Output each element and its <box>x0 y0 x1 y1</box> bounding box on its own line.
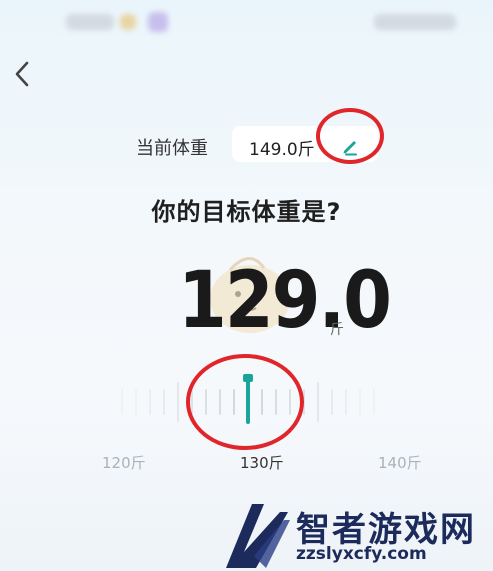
highlight-ring <box>316 108 384 164</box>
status-time <box>66 14 114 30</box>
status-right-icons <box>374 14 456 30</box>
ruler-tick <box>317 382 319 422</box>
watermark: 智者游戏网 zzslyxcfy.com <box>222 498 493 571</box>
ruler-tick <box>345 389 347 415</box>
ruler-tick <box>135 389 137 415</box>
ruler-label-mid: 130斤 <box>240 454 284 472</box>
ruler-tick <box>373 389 375 415</box>
ruler-tick <box>359 389 361 415</box>
current-weight-value: 149.0斤 <box>249 140 315 160</box>
page-title: 你的目标体重是? <box>151 198 342 226</box>
highlight-ring <box>186 354 304 450</box>
current-weight-label: 当前体重 <box>136 138 208 159</box>
ruler-tick <box>177 382 179 422</box>
back-button[interactable] <box>10 58 38 90</box>
ruler-tick <box>331 389 333 415</box>
ruler-tick <box>163 389 165 415</box>
ruler-label-min: 120斤 <box>102 454 146 472</box>
watermark-url: zzslyxcfy.com <box>296 544 427 564</box>
status-icon <box>148 12 168 32</box>
chevron-left-icon <box>15 61 29 87</box>
current-weight-row: 当前体重 149.0斤 <box>0 122 493 166</box>
status-icon <box>120 14 136 30</box>
target-weight-value: 129.0 <box>178 256 392 346</box>
status-bar <box>0 0 493 44</box>
ruler-label-max: 140斤 <box>378 454 422 472</box>
watermark-logo-icon <box>226 504 290 568</box>
target-weight-unit: 斤 <box>330 322 344 338</box>
ruler-tick <box>149 389 151 415</box>
ruler-tick <box>121 389 123 415</box>
